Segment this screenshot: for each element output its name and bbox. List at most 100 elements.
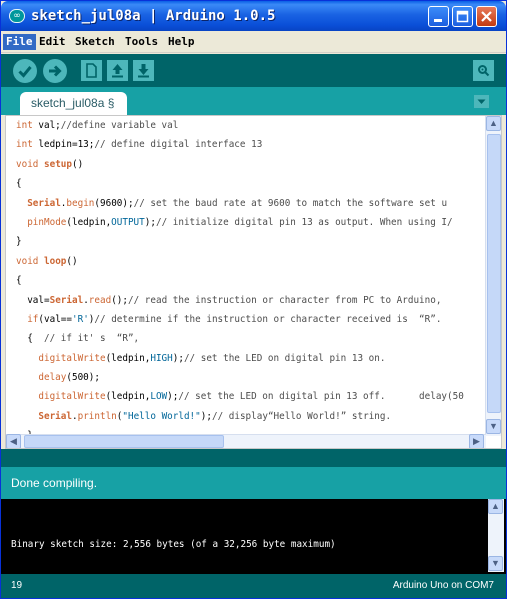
menu-edit[interactable]: Edit [36,34,69,50]
code-token: // set the LED on digital pin 13 on. [183,352,386,364]
code-line[interactable]: int val;//define variable val [16,116,492,135]
close-icon [481,11,492,22]
code-token: //define variable val [60,120,179,131]
code-token: delay [38,372,67,384]
code-line[interactable]: void setup() [16,155,492,174]
tab-sketch[interactable]: sketch_jul08a § [20,92,127,115]
menu-file[interactable]: File [3,34,36,50]
code-line[interactable]: void loop() [16,252,492,271]
serial-monitor-button[interactable] [473,60,494,81]
code-token: "Hello World!" [122,410,201,422]
code-token: val= [16,294,50,306]
code-token: setup [44,158,72,170]
code-token: // initialize digital pin 13 as output. … [155,216,453,228]
console-scroll-down-icon[interactable]: ▼ [488,556,503,571]
code-token: loop [44,255,67,267]
horizontal-scrollbar[interactable]: ◀ ▶ [6,434,486,448]
code-token: // define digital interface 13 [94,139,263,151]
code-token: (ledpin, [105,391,151,403]
code-token: } [16,236,22,248]
code-token: // set the LED on digital pin 13 off. de… [178,391,464,403]
arduino-logo-icon: ∞ [9,9,25,23]
code-token: if [27,313,39,325]
code-token: read [88,294,112,306]
code-token: digitalWrite [38,391,106,403]
footer-bar: 19 Arduino Uno on COM7 [1,574,506,598]
board-port-label: Arduino Uno on COM7 [392,580,494,591]
window-title: sketch_jul08a | Arduino 1.0.5 [31,8,276,24]
console-output[interactable]: Binary sketch size: 2,556 bytes (of a 32… [1,499,506,574]
save-button[interactable] [133,60,154,81]
code-token: (ledpin, [66,216,112,228]
console-text: Binary sketch size: 2,556 bytes (of a 32… [11,539,336,550]
console-scroll-up-icon[interactable]: ▲ [488,499,503,514]
save-icon [138,64,149,78]
status-area: Done compiling. [1,449,506,499]
code-token: () [72,158,84,170]
status-bar: Done compiling. [1,467,506,499]
code-token: ); [144,216,156,228]
code-token: int [16,120,33,131]
code-token: { [16,178,22,190]
code-line[interactable]: Serial.begin(9600);// set the baud rate … [16,194,492,213]
code-line[interactable]: pinMode(ledpin,OUTPUT);// initialize dig… [16,213,492,232]
line-number: 19 [11,580,23,591]
menu-bar: File Edit Sketch Tools Help [1,31,506,53]
code-line[interactable]: { [16,174,492,193]
scroll-right-arrow-icon[interactable]: ▶ [469,434,484,448]
code-line[interactable]: { [16,271,492,290]
console-scrollbar[interactable]: ▲ ▼ [488,499,504,572]
code-line[interactable]: digitalWrite(ledpin,HIGH);// set the LED… [16,349,492,368]
code-token: println [77,410,117,422]
code-line[interactable]: if(val=='R')// determine if the instruct… [16,310,492,329]
close-button[interactable] [476,6,497,27]
code-line[interactable]: delay(500); [16,368,492,387]
tab-menu-button[interactable] [474,95,489,108]
menu-sketch[interactable]: Sketch [72,34,118,50]
code-line[interactable]: } [16,232,492,251]
serial-monitor-icon [478,65,490,77]
new-button[interactable] [81,60,102,81]
horizontal-scroll-thumb[interactable] [24,435,224,448]
vertical-scrollbar[interactable]: ▲ ▼ [485,116,501,436]
code-token: ); [200,410,212,422]
code-token: digitalWrite [38,352,106,364]
scroll-left-arrow-icon[interactable]: ◀ [6,434,21,448]
code-token: LOW [150,391,168,403]
toolbar [1,54,506,87]
verify-button[interactable] [13,59,37,83]
code-token: (500); [66,372,100,384]
code-token: // determine if the instruction or chara… [94,313,442,325]
code-line[interactable]: { // if it' s “R”, [16,329,492,348]
code-editor[interactable]: int val;//define variable val int ledpin=… [5,115,502,449]
minimize-button[interactable] [428,6,449,27]
code-token: Serial [27,197,61,209]
code-line[interactable]: int ledpin=13;// define digital interfac… [16,135,492,154]
menu-tools[interactable]: Tools [122,34,161,50]
maximize-icon [456,10,469,23]
code-token: void [16,158,39,170]
menu-help[interactable]: Help [165,34,198,50]
code-line[interactable]: Serial.println("Hello World!");// displa… [16,407,492,426]
code-line[interactable]: digitalWrite(ledpin,LOW);// set the LED … [16,387,492,406]
code-token: OUTPUT [111,216,145,228]
code-line[interactable]: val=Serial.read();// read the instructio… [16,291,492,310]
code-area[interactable]: int val;//define variable val int ledpin=… [16,116,492,436]
title-bar[interactable]: ∞ sketch_jul08a | Arduino 1.0.5 [1,1,506,31]
maximize-button[interactable] [452,6,473,27]
upload-button[interactable] [43,59,67,83]
code-token: ); [167,391,179,403]
code-token: 'R' [72,313,89,325]
tab-strip: sketch_jul08a § [1,87,506,115]
scroll-down-arrow-icon[interactable]: ▼ [486,419,501,434]
code-token: begin [66,197,95,209]
code-token: HIGH [150,352,173,364]
code-token: // display“Hello World!” string. [211,410,392,422]
scroll-up-arrow-icon[interactable]: ▲ [486,116,501,131]
open-button[interactable] [107,60,128,81]
vertical-scroll-thumb[interactable] [487,134,501,413]
